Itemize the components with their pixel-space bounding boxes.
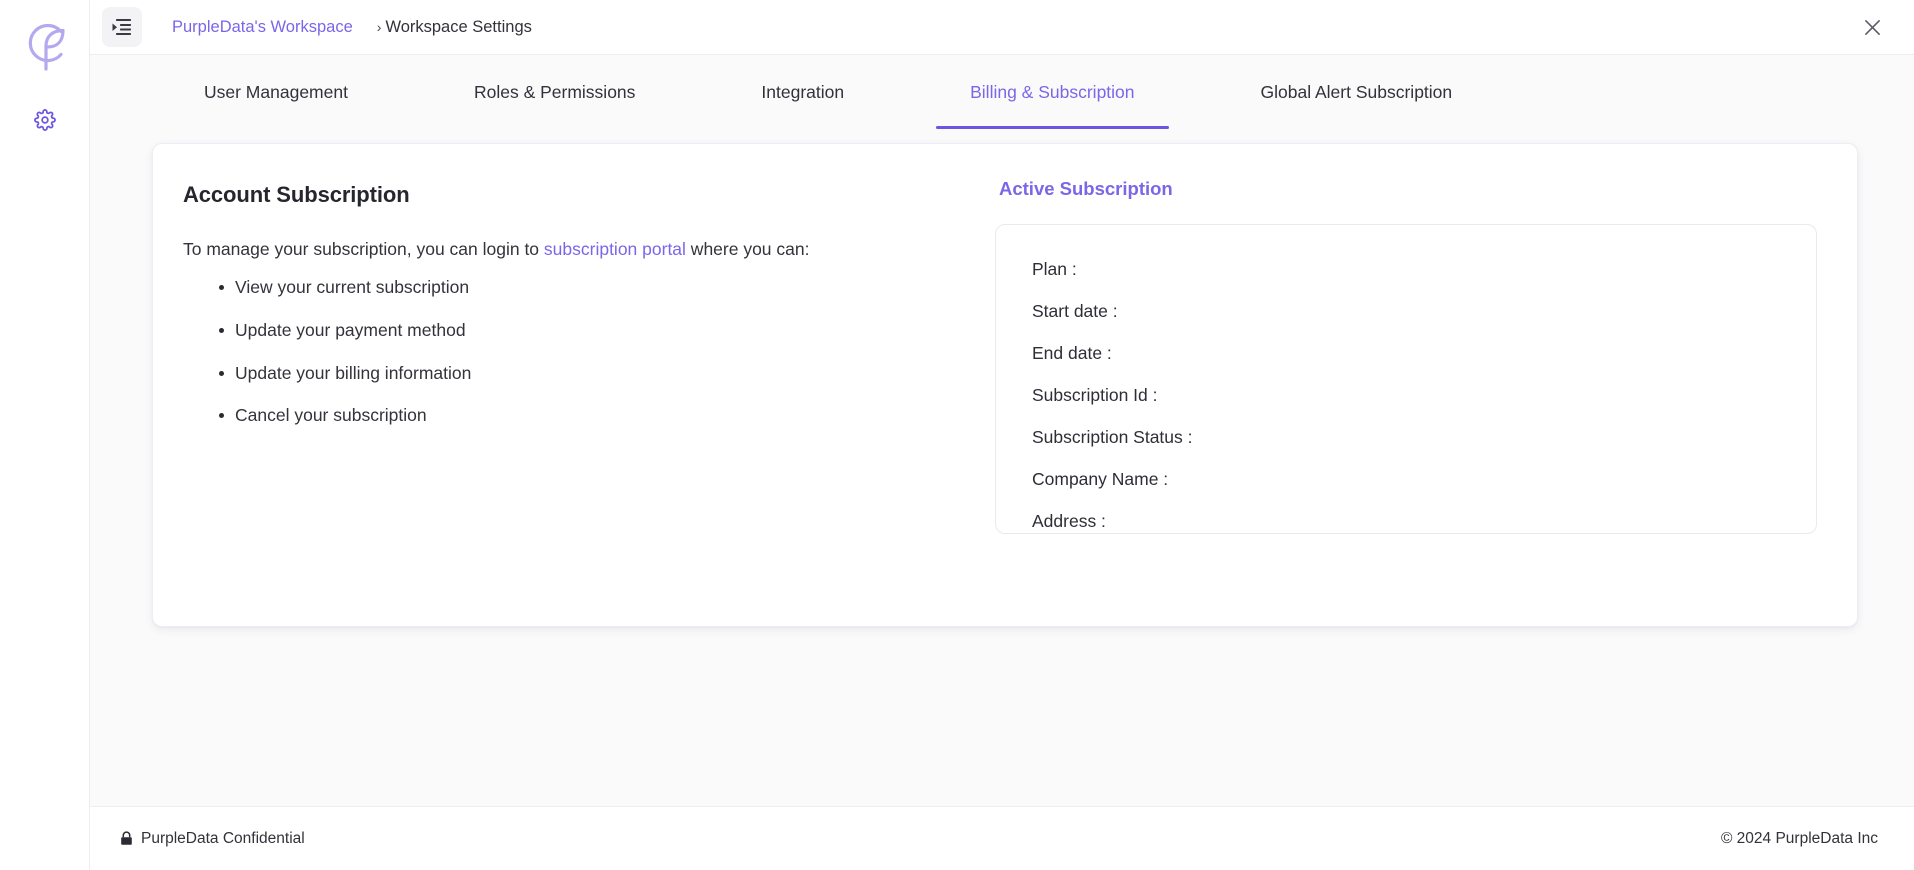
subscription-field-start-date: Start date :: [1032, 301, 1786, 322]
active-subscription-details-box: Plan : Start date : End date : Subscript…: [995, 224, 1817, 534]
subscription-field-subscription-status: Subscription Status :: [1032, 427, 1786, 448]
active-subscription-title: Active Subscription: [999, 178, 1173, 199]
breadcrumb-separator: ›: [376, 19, 382, 35]
account-subscription-column: Account Subscription To manage your subs…: [183, 176, 995, 447]
lock-icon: [120, 831, 133, 846]
field-label: Company Name :: [1032, 469, 1169, 489]
billing-card: Account Subscription To manage your subs…: [152, 143, 1858, 627]
tab-integration[interactable]: Integration: [727, 55, 878, 129]
copyright-label: © 2024 PurpleData Inc: [1720, 829, 1878, 847]
main-region: PurpleData's Workspace › Workspace Setti…: [90, 0, 1914, 870]
settings-tabs: User Management Roles & Permissions Inte…: [90, 55, 1914, 129]
content-area: Account Subscription To manage your subs…: [90, 129, 1914, 806]
breadcrumb: PurpleData's Workspace › Workspace Setti…: [172, 18, 532, 37]
confidential-notice: PurpleData Confidential: [120, 830, 305, 848]
field-label: Address :: [1032, 511, 1106, 531]
subscription-intro-text: To manage your subscription, you can log…: [183, 236, 995, 262]
settings-tabs-bar: User Management Roles & Permissions Inte…: [90, 54, 1914, 129]
breadcrumb-current-page: Workspace Settings: [385, 17, 532, 36]
close-icon[interactable]: [1856, 11, 1888, 43]
subscription-field-end-date: End date :: [1032, 343, 1786, 364]
subscription-field-company-name: Company Name :: [1032, 469, 1786, 490]
page-title: Account Subscription: [183, 182, 410, 207]
field-label: End date :: [1032, 343, 1112, 363]
list-item: Update your billing information: [219, 362, 995, 386]
tab-global-alert-subscription[interactable]: Global Alert Subscription: [1227, 55, 1487, 129]
tab-user-management[interactable]: User Management: [170, 55, 382, 129]
field-label: Subscription Status :: [1032, 427, 1193, 447]
app-window: PurpleData's Workspace › Workspace Setti…: [0, 0, 1914, 870]
confidential-label: PurpleData Confidential: [141, 829, 305, 847]
subscription-field-address: Address :: [1032, 511, 1786, 532]
breadcrumb-workspace-link[interactable]: PurpleData's Workspace: [172, 18, 353, 37]
gear-icon[interactable]: [27, 102, 63, 138]
tab-roles-permissions[interactable]: Roles & Permissions: [440, 55, 669, 129]
list-item: Update your payment method: [219, 319, 995, 343]
icon-rail: [0, 0, 90, 870]
list-item: View your current subscription: [219, 276, 995, 300]
tab-billing-subscription[interactable]: Billing & Subscription: [936, 55, 1169, 129]
purpledata-leaf-logo-icon[interactable]: [16, 14, 74, 72]
top-bar: PurpleData's Workspace › Workspace Setti…: [90, 0, 1914, 54]
field-label: Start date :: [1032, 301, 1118, 321]
active-subscription-column: Active Subscription Plan : Start date : …: [995, 176, 1817, 534]
subscription-field-plan: Plan :: [1032, 259, 1786, 280]
subscription-portal-link[interactable]: subscription portal: [544, 239, 686, 259]
subscription-capability-list: View your current subscription Update yo…: [183, 276, 995, 428]
sidebar-toggle-icon[interactable]: [102, 7, 142, 47]
list-item: Cancel your subscription: [219, 404, 995, 428]
intro-text-before: To manage your subscription, you can log…: [183, 239, 544, 259]
footer-bar: PurpleData Confidential © 2024 PurpleDat…: [90, 806, 1914, 870]
field-label: Plan :: [1032, 259, 1077, 279]
field-label: Subscription Id :: [1032, 385, 1158, 405]
intro-text-after: where you can:: [685, 239, 810, 259]
subscription-field-subscription-id: Subscription Id :: [1032, 385, 1786, 406]
